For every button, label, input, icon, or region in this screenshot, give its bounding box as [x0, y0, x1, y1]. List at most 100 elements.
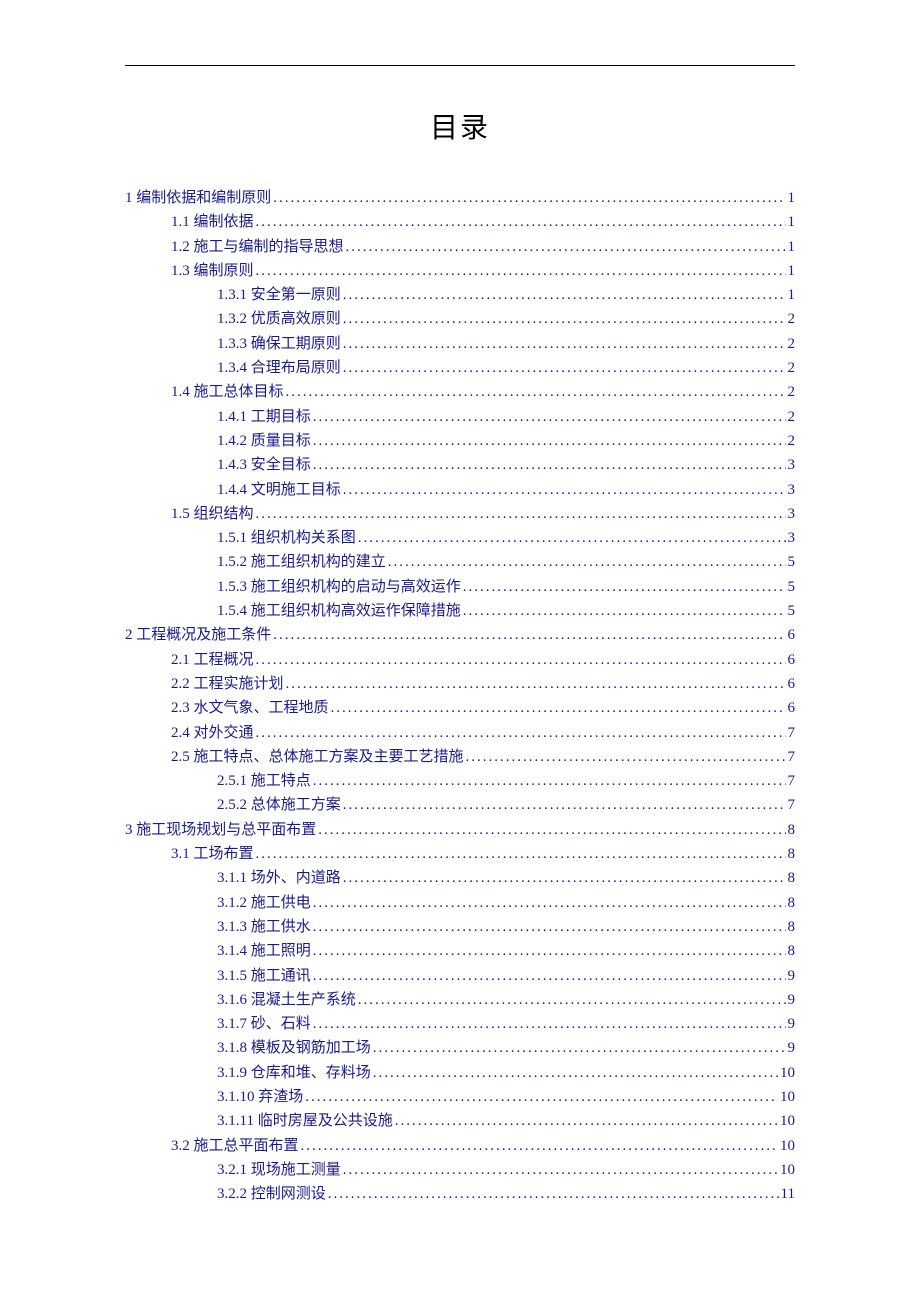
toc-entry[interactable]: 3.2.2 控制网测设 11 [125, 1182, 795, 1206]
toc-entry[interactable]: 1 编制依据和编制原则1 [125, 186, 795, 210]
toc-entry[interactable]: 3.1.9 仓库和堆、存料场10 [125, 1061, 795, 1085]
toc-entry[interactable]: 1.3.2 优质高效原则2 [125, 307, 795, 331]
toc-entry-label: 3.1.2 施工供电 [217, 891, 311, 915]
toc-leader-dots [286, 380, 786, 404]
toc-entry[interactable]: 3.2 施工总平面布置10 [125, 1134, 795, 1158]
toc-leader-dots [256, 210, 786, 234]
toc-leader-dots [313, 453, 786, 477]
toc-entry[interactable]: 2.2 工程实施计划6 [125, 672, 795, 696]
toc-entry[interactable]: 3.1.10 弃渣场10 [125, 1085, 795, 1109]
toc-entry-page: 6 [788, 672, 796, 696]
toc-leader-dots [343, 332, 786, 356]
toc-entry[interactable]: 3.1 工场布置8 [125, 842, 795, 866]
toc-entry[interactable]: 1.1 编制依据1 [125, 210, 795, 234]
toc-entry-label: 3.2 施工总平面布置 [171, 1134, 299, 1158]
toc-entry[interactable]: 1.4.2 质量目标 2 [125, 429, 795, 453]
toc-entry-page: 8 [788, 939, 796, 963]
toc-entry[interactable]: 2.1 工程概况6 [125, 648, 795, 672]
toc-leader-dots [463, 575, 786, 599]
toc-entry[interactable]: 1.5.1 组织机构关系图3 [125, 526, 795, 550]
toc-leader-dots [343, 866, 786, 890]
toc-entry[interactable]: 1.4.4 文明施工目标3 [125, 478, 795, 502]
toc-entry-page: 7 [788, 745, 796, 769]
toc-leader-dots [313, 1012, 786, 1036]
toc-entry-page: 1 [788, 186, 796, 210]
toc-entry[interactable]: 3.1.3 施工供水 8 [125, 915, 795, 939]
toc-entry[interactable]: 2.3 水文气象、工程地质6 [125, 696, 795, 720]
toc-entry-page: 9 [788, 1012, 796, 1036]
toc-entry-label: 1.3.4 合理布局原则 [217, 356, 341, 380]
toc-entry[interactable]: 1.3 编制原则1 [125, 259, 795, 283]
toc-leader-dots [343, 793, 786, 817]
toc-leader-dots [331, 696, 786, 720]
toc-leader-dots [313, 429, 786, 453]
toc-entry[interactable]: 1.4.1 工期目标2 [125, 405, 795, 429]
toc-entry[interactable]: 1.5.4 施工组织机构高效运作保障措施5 [125, 599, 795, 623]
toc-entry-page: 11 [781, 1182, 795, 1206]
toc-leader-dots [373, 1036, 786, 1060]
toc-entry-page: 2 [788, 429, 796, 453]
toc-leader-dots [373, 1061, 778, 1085]
toc-entry[interactable]: 3.1.5 施工通讯9 [125, 964, 795, 988]
toc-entry-label: 3.2.2 控制网测设 [217, 1182, 326, 1206]
toc-entry[interactable]: 2.5.2 总体施工方案 7 [125, 793, 795, 817]
toc-entry-label: 1.3.3 确保工期原则 [217, 332, 341, 356]
toc-entry[interactable]: 2.5.1 施工特点7 [125, 769, 795, 793]
toc-entry-page: 1 [788, 235, 796, 259]
toc-entry-page: 2 [788, 380, 796, 404]
toc-entry-label: 2.5.2 总体施工方案 [217, 793, 341, 817]
toc-entry-page: 8 [788, 915, 796, 939]
toc-entry[interactable]: 3.1.11 临时房屋及公共设施10 [125, 1109, 795, 1133]
toc-entry-label: 3.1.1 场外、内道路 [217, 866, 341, 890]
toc-entry[interactable]: 1.5.2 施工组织机构的建立5 [125, 550, 795, 574]
toc-entry[interactable]: 3 施工现场规划与总平面布置8 [125, 818, 795, 842]
toc-entry-page: 7 [788, 721, 796, 745]
toc-entry-label: 1.3.1 安全第一原则 [217, 283, 341, 307]
toc-entry[interactable]: 3.1.8 模板及钢筋加工场9 [125, 1036, 795, 1060]
toc-entry-label: 3.1.7 砂、石料 [217, 1012, 311, 1036]
toc-entry-label: 1.5 组织结构 [171, 502, 254, 526]
toc-entry[interactable]: 3.1.7 砂、石料 9 [125, 1012, 795, 1036]
page-title: 目录 [125, 106, 795, 146]
toc-entry-label: 2.5 施工特点、总体施工方案及主要工艺措施 [171, 745, 464, 769]
toc-entry-label: 1.4.1 工期目标 [217, 405, 311, 429]
toc-entry-label: 3.1.9 仓库和堆、存料场 [217, 1061, 371, 1085]
toc-leader-dots [313, 769, 786, 793]
toc-entry[interactable]: 3.1.2 施工供电8 [125, 891, 795, 915]
toc-entry-page: 8 [788, 818, 796, 842]
toc-leader-dots [286, 672, 786, 696]
toc-entry-page: 5 [788, 575, 796, 599]
toc-leader-dots [395, 1109, 778, 1133]
toc-entry-page: 7 [788, 793, 796, 817]
toc-leader-dots [256, 842, 786, 866]
toc-leader-dots [301, 1134, 778, 1158]
toc-entry[interactable]: 1.4.3 安全目标3 [125, 453, 795, 477]
toc-leader-dots [256, 721, 786, 745]
toc-entry[interactable]: 1.5.3 施工组织机构的启动与高效运作5 [125, 575, 795, 599]
toc-entry-label: 3.1.3 施工供水 [217, 915, 311, 939]
toc-entry-label: 2.1 工程概况 [171, 648, 254, 672]
toc-entry-label: 1.4.2 质量目标 [217, 429, 311, 453]
toc-entry-label: 1.5.1 组织机构关系图 [217, 526, 356, 550]
toc-leader-dots [358, 526, 786, 550]
toc-entry-label: 3.1.8 模板及钢筋加工场 [217, 1036, 371, 1060]
toc-entry[interactable]: 3.1.4 施工照明8 [125, 939, 795, 963]
toc-entry[interactable]: 1.3.3 确保工期原则2 [125, 332, 795, 356]
toc-entry[interactable]: 3.1.1 场外、内道路8 [125, 866, 795, 890]
toc-entry[interactable]: 1.3.4 合理布局原则2 [125, 356, 795, 380]
toc-entry[interactable]: 3.1.6 混凝土生产系统9 [125, 988, 795, 1012]
toc-entry[interactable]: 2 工程概况及施工条件6 [125, 623, 795, 647]
toc-leader-dots [343, 356, 786, 380]
toc-entry[interactable]: 2.4 对外交通7 [125, 721, 795, 745]
toc-entry[interactable]: 1.3.1 安全第一原则 1 [125, 283, 795, 307]
toc-leader-dots [256, 502, 786, 526]
toc-entry[interactable]: 3.2.1 现场施工测量10 [125, 1158, 795, 1182]
toc-entry[interactable]: 2.5 施工特点、总体施工方案及主要工艺措施 7 [125, 745, 795, 769]
toc-entry-page: 1 [788, 210, 796, 234]
toc-entry[interactable]: 1.5 组织结构3 [125, 502, 795, 526]
toc-entry-page: 5 [788, 599, 796, 623]
toc-entry[interactable]: 1.2 施工与编制的指导思想1 [125, 235, 795, 259]
toc-entry-page: 1 [788, 283, 796, 307]
toc-entry[interactable]: 1.4 施工总体目标2 [125, 380, 795, 404]
toc-leader-dots [343, 307, 786, 331]
